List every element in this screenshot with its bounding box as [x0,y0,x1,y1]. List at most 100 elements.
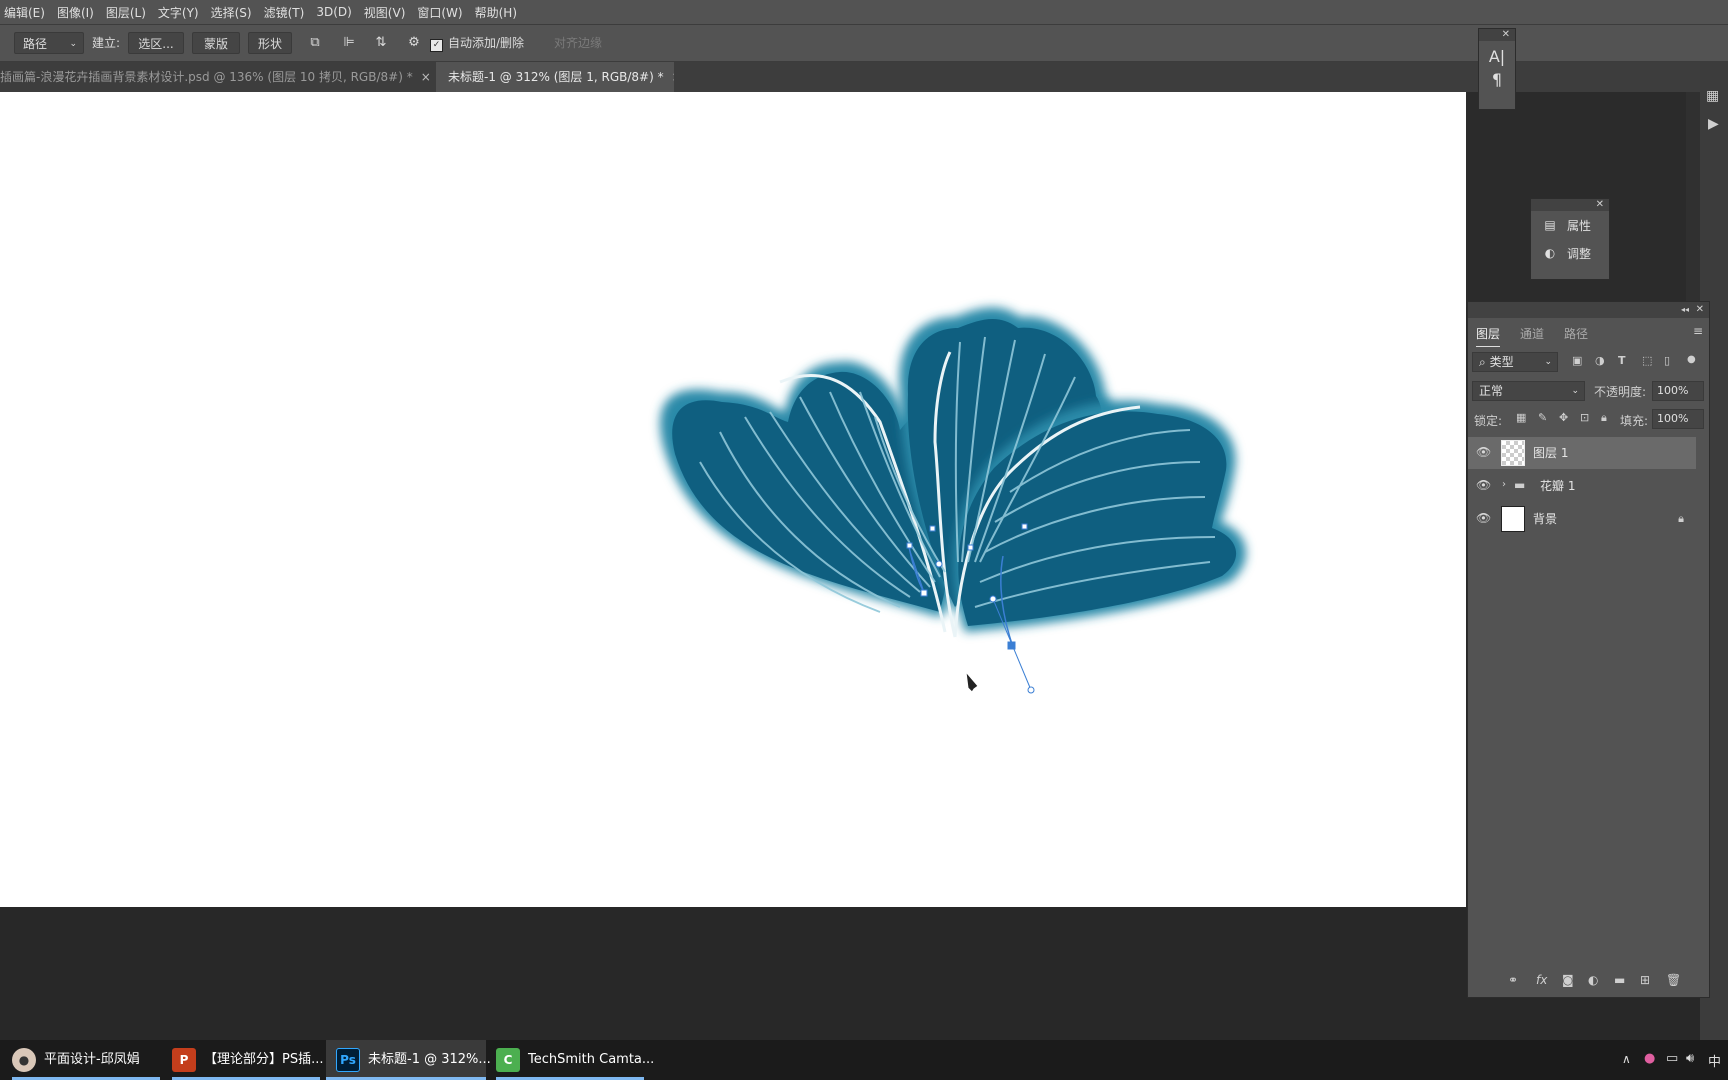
layer-row-layer-1[interactable]: 👁︎ 图层 1 [1468,437,1696,469]
menu-image[interactable]: 图像(I) [51,4,100,21]
vertical-scrollbar[interactable] [1686,92,1700,307]
options-bar: 路径 ⌄ 建立: 选区... 蒙版 形状 ⧉ ⊫ ⇅ ⚙ ✓ 自动添加/删除 对… [0,24,1728,62]
tab-paths[interactable]: 路径 [1564,322,1588,346]
folder-icon: ▬ [1514,478,1526,492]
menu-layer[interactable]: 图层(L) [100,4,152,21]
menu-select[interactable]: 选择(S) [205,4,258,21]
opacity-label: 不透明度: [1594,385,1647,399]
tab-document-1[interactable]: 插画篇-浪漫花卉插画背景素材设计.psd @ 136% (图层 10 拷贝, R… [0,62,434,92]
path-operations-icon[interactable]: ⧉ [306,34,324,52]
menu-filter[interactable]: 滤镜(T) [258,4,311,21]
close-icon[interactable]: ✕ [1696,302,1704,318]
lock-artboard-icon[interactable]: ⊡ [1580,411,1589,424]
layer-name: 花瓣 1 [1540,479,1576,493]
layer-row-group[interactable]: 👁︎ › ▬ 花瓣 1 [1468,470,1696,502]
panel-toggle-icon[interactable]: ▦ [1706,88,1719,104]
expand-chevron-icon[interactable]: › [1502,479,1506,490]
auto-add-delete-label: 自动添加/删除 [448,36,525,50]
menu-3d[interactable]: 3D(D) [310,5,357,19]
smart-object-filter-icon[interactable]: ▯ [1664,354,1670,367]
lock-all-icon[interactable]: 🔒︎ [1601,411,1607,425]
menu-type[interactable]: 文字(Y) [152,4,205,21]
eye-icon[interactable]: 👁︎ [1476,445,1491,459]
make-shape-button[interactable]: 形状 [248,32,292,54]
fill-input[interactable]: 100% [1652,409,1704,429]
tray-chevron-up-icon[interactable]: ∧ [1622,1052,1631,1066]
lock-transparent-icon[interactable]: ▦ [1516,411,1526,424]
layer-style-icon[interactable]: fx [1536,973,1547,987]
adjustment-filter-icon[interactable]: ◑ [1595,354,1605,367]
fill-value: 100% [1657,412,1689,425]
taskbar-item-photoshop[interactable]: Ps 未标题-1 @ 312%... [326,1040,491,1080]
new-group-icon[interactable]: ▬ [1614,973,1625,987]
close-icon[interactable]: × [421,70,431,84]
auto-add-delete-checkbox[interactable]: ✓ [430,39,443,52]
path-arrangement-icon[interactable]: ⇅ [372,34,390,52]
volume-icon[interactable]: 🔊︎ [1686,1051,1694,1066]
panel-menu-icon[interactable]: ≡ [1693,324,1703,338]
shape-filter-icon[interactable]: ⬚ [1642,354,1652,367]
menu-window[interactable]: 窗口(W) [411,4,468,21]
close-icon[interactable]: ✕ [1596,199,1604,211]
layer-row-background[interactable]: 👁︎ 背景 🔒︎ [1468,503,1696,535]
close-icon[interactable]: × [672,70,674,84]
path-mode-select[interactable]: 路径 ⌄ [14,32,84,54]
filter-toggle-icon[interactable]: ● [1687,354,1696,365]
filter-kind-select[interactable]: ⌕ 类型 ⌄ [1472,352,1558,372]
lock-position-icon[interactable]: ✥ [1559,411,1568,424]
gear-icon[interactable]: ⚙ [405,34,423,52]
taskbar-item-camtasia[interactable]: C TechSmith Camta... [496,1040,654,1080]
layers-panel: ◂◂ ✕ 图层 通道 路径 ≡ ⌕ 类型 ⌄ ▣ ◑ T ⬚ ▯ ● 正常 ⌄ 不透明… [1467,301,1710,998]
properties-adjustments-panel: ✕ ▤ 属性 ◐ 调整 [1530,198,1610,280]
taskbar-item-label: TechSmith Camta... [528,1052,655,1067]
menu-view[interactable]: 视图(V) [358,4,412,21]
new-adjustment-icon[interactable]: ◐ [1588,973,1598,987]
play-icon[interactable]: ▶ [1708,116,1719,132]
filter-kind-value: 类型 [1489,355,1514,369]
close-icon[interactable]: ✕ [1502,29,1510,41]
adjustments-item[interactable]: ◐ 调整 [1531,239,1609,267]
blend-mode-select[interactable]: 正常 ⌄ [1472,381,1585,401]
battery-icon[interactable]: ▭ [1666,1051,1678,1066]
tab-channels[interactable]: 通道 [1520,322,1544,346]
properties-item[interactable]: ▤ 属性 [1531,211,1609,239]
type-filter-icon[interactable]: T [1618,354,1626,367]
character-panel: ✕ A| ¶ [1478,28,1516,110]
document-canvas[interactable] [0,92,1466,907]
tab-layers[interactable]: 图层 [1476,322,1501,347]
path-alignment-icon[interactable]: ⊫ [340,34,358,52]
delete-layer-icon[interactable]: 🗑︎ [1666,973,1681,987]
make-selection-button[interactable]: 选区... [128,32,184,54]
taskbar-item-powerpoint[interactable]: P 【理论部分】PS插... [172,1040,324,1080]
link-layers-icon[interactable]: ⚭ [1508,973,1518,987]
add-mask-icon[interactable]: ◙ [1562,973,1574,987]
layers-panel-header: ◂◂ ✕ [1468,302,1709,318]
lock-label: 锁定: [1474,414,1503,428]
adjustments-icon: ◐ [1544,246,1556,260]
taskbar-item-browser[interactable]: ● 平面设计-邱凤娟 [12,1040,160,1080]
ime-indicator[interactable]: 中 [1708,1051,1721,1070]
taskbar-item-label: 【理论部分】PS插... [204,1052,324,1067]
opacity-input[interactable]: 100% [1652,381,1704,401]
pixel-filter-icon[interactable]: ▣ [1572,354,1582,367]
tab-document-2[interactable]: 未标题-1 @ 312% (图层 1, RGB/8#) * × [436,62,674,92]
lock-brush-icon[interactable]: ✎ [1538,411,1547,424]
eye-icon[interactable]: 👁︎ [1476,511,1491,525]
new-layer-icon[interactable]: ⊞ [1640,973,1650,987]
character-icon[interactable]: A| [1479,47,1515,66]
fill-label: 填充: [1620,414,1649,428]
photoshop-icon: Ps [336,1047,360,1072]
properties-label: 属性 [1567,218,1592,233]
collapse-icon[interactable]: ◂◂ [1681,302,1689,318]
chevron-down-icon: ⌄ [69,39,77,49]
menu-help[interactable]: 帮助(H) [469,4,523,21]
make-mask-button[interactable]: 蒙版 [192,32,240,54]
blend-mode-value: 正常 [1479,384,1504,398]
tray-app-icon[interactable]: ● [1644,1051,1655,1066]
adjustments-label: 调整 [1567,246,1592,261]
eye-icon[interactable]: 👁︎ [1476,478,1491,492]
paragraph-icon[interactable]: ¶ [1479,70,1515,89]
chevron-down-icon: ⌄ [1544,357,1552,367]
menu-edit[interactable]: 编辑(E) [0,4,51,21]
align-edges-label[interactable]: 对齐边缘 [554,32,602,54]
